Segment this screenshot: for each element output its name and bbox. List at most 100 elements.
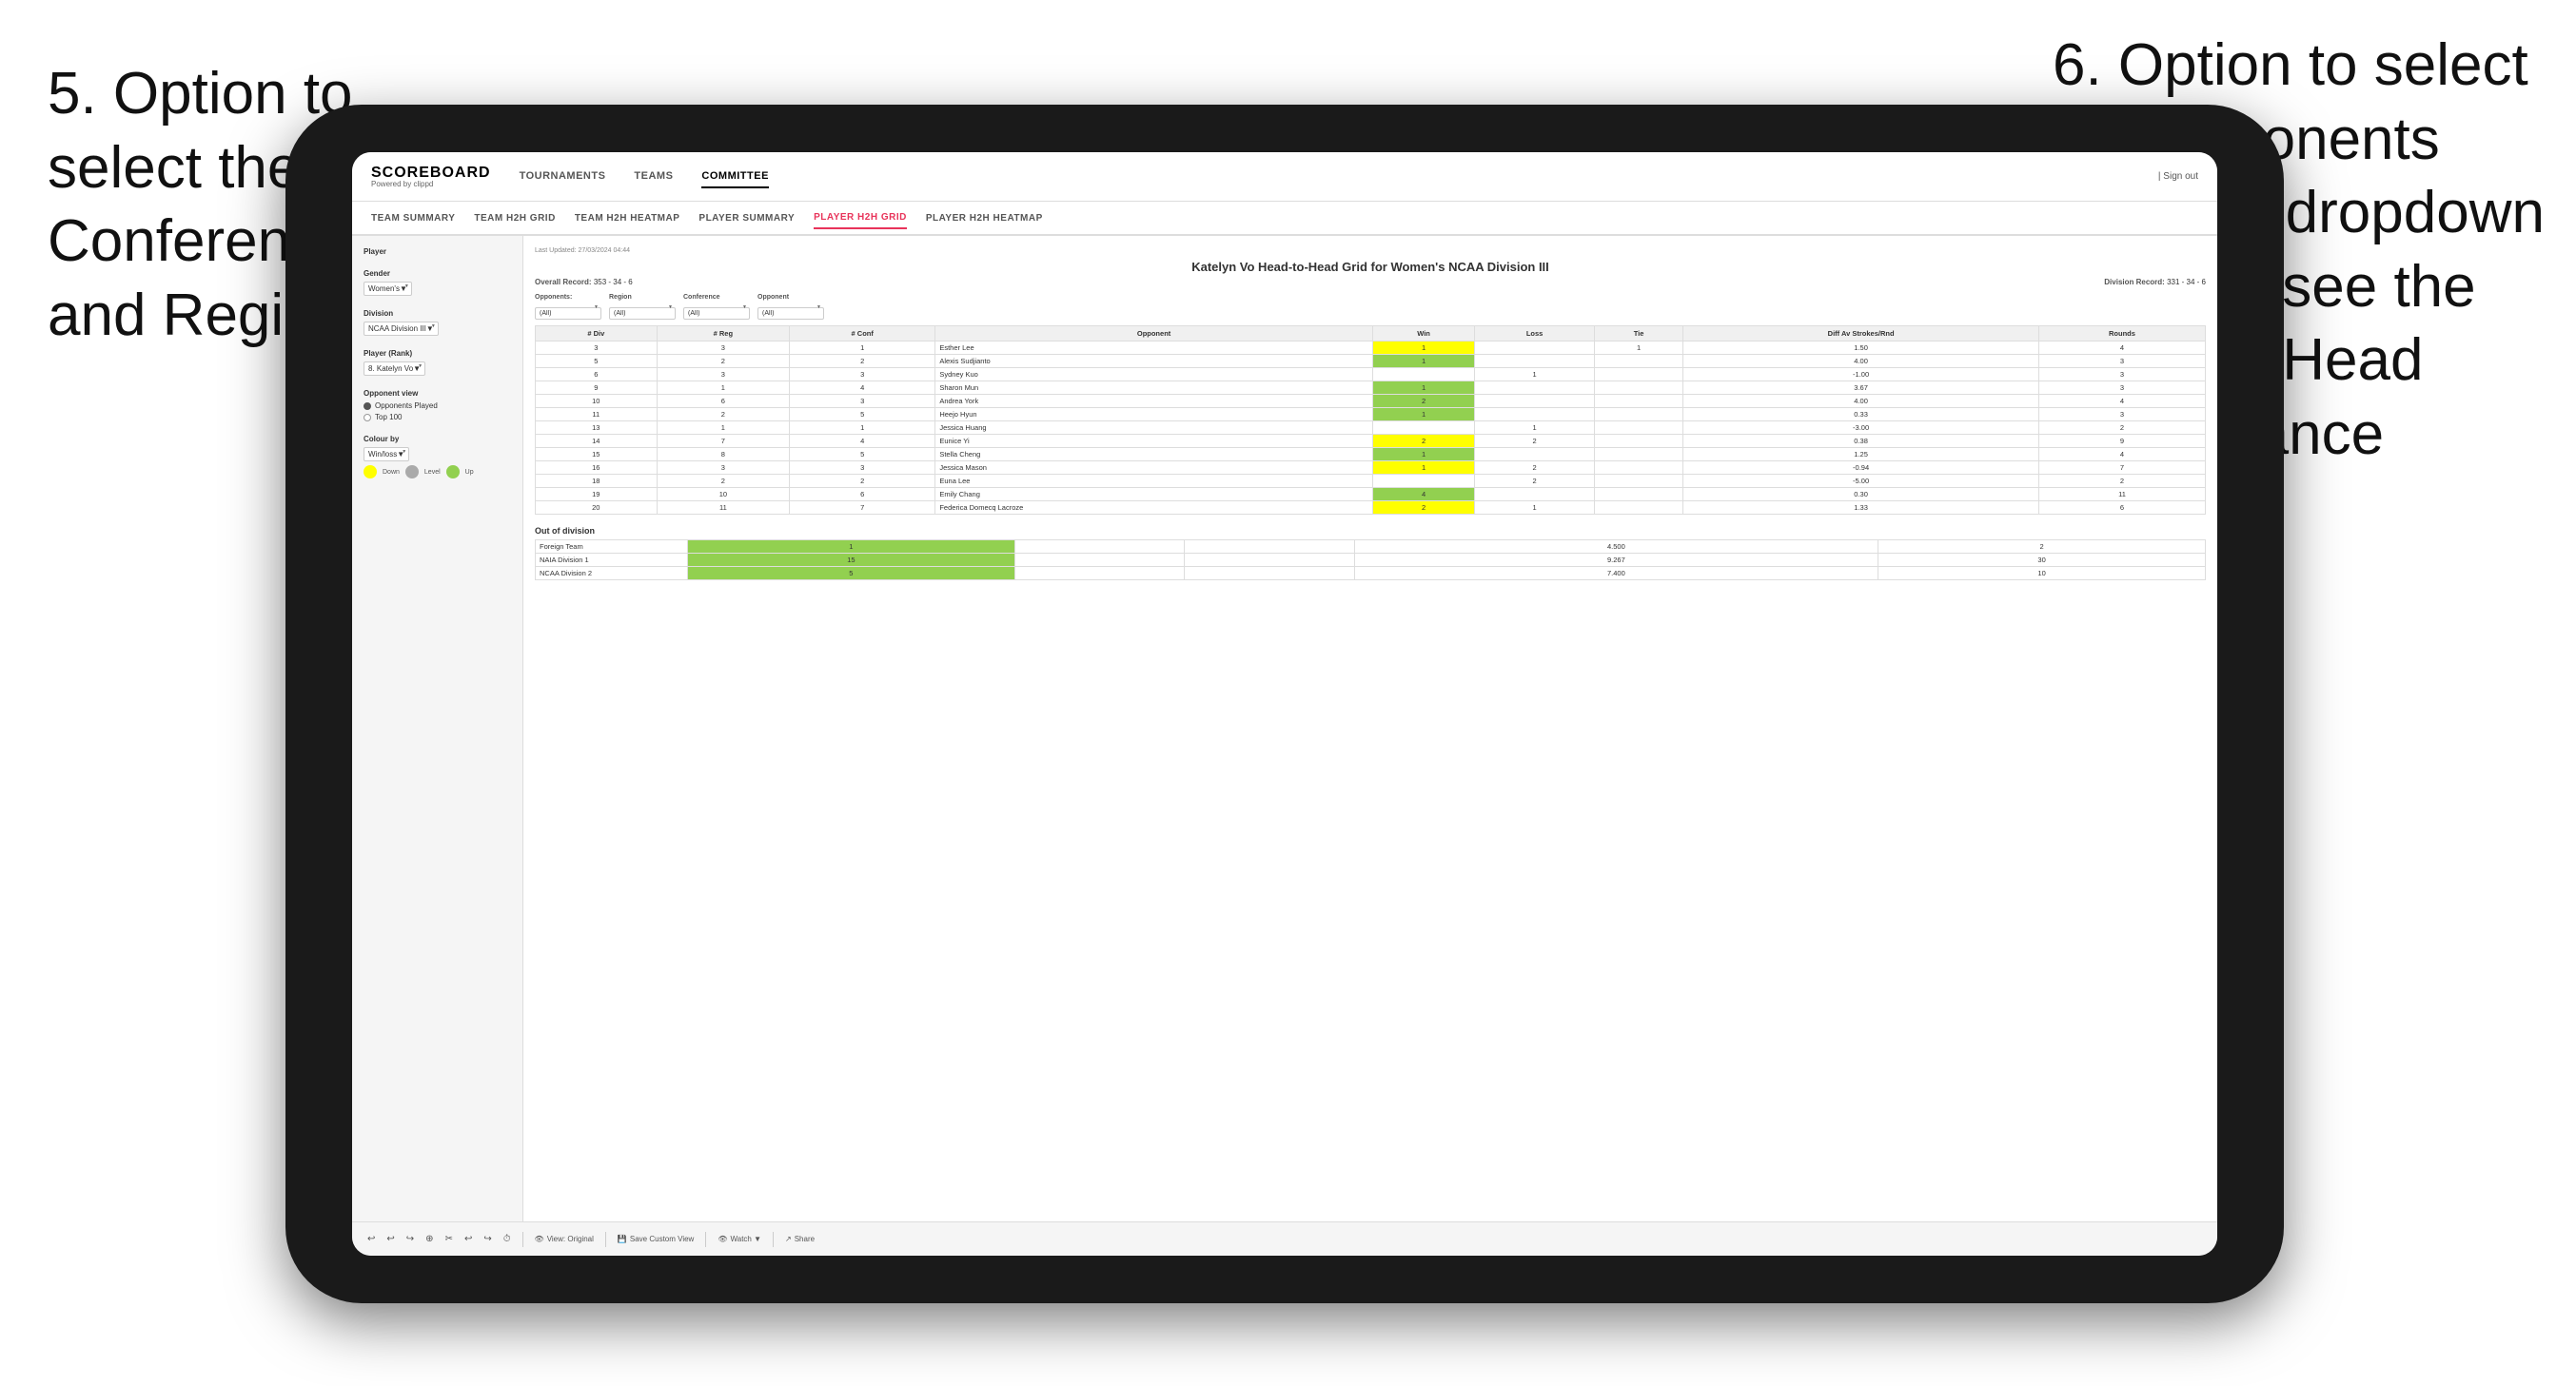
tab-team-h2h-grid[interactable]: TEAM H2H GRID	[474, 208, 555, 228]
sidebar-player-rank-select-wrapper[interactable]: 8. Katelyn Vo ▼	[364, 361, 425, 376]
cell-win	[1372, 421, 1474, 435]
cell-conf: 5	[790, 408, 935, 421]
cell-opponent: Emily Chang	[935, 488, 1372, 501]
toolbar-undo3[interactable]: ↩	[464, 1234, 472, 1244]
tab-team-h2h-heatmap[interactable]: TEAM H2H HEATMAP	[575, 208, 680, 228]
cell-win: 2	[1372, 501, 1474, 515]
cell-diff: 0.33	[1683, 408, 2039, 421]
toolbar-save-custom[interactable]: 💾 Save Custom View	[618, 1235, 694, 1243]
sidebar-colour-select-wrapper[interactable]: Win/loss ▼	[364, 447, 409, 461]
cell-opponent: Alexis Sudjianto	[935, 355, 1372, 368]
th-loss: Loss	[1475, 326, 1595, 342]
sidebar-colour-by-label: Colour by	[364, 435, 511, 443]
sign-out-button[interactable]: | Sign out	[2158, 171, 2198, 182]
toolbar-divider-1	[522, 1232, 523, 1247]
table-row: 18 2 2 Euna Lee 2 -5.00 2	[536, 475, 2206, 488]
nav-committee[interactable]: COMMITTEE	[701, 166, 769, 188]
filter-region-select-wrapper[interactable]: (All)	[609, 303, 676, 320]
sidebar-gender-value[interactable]: Women's ▼	[364, 282, 412, 296]
cell-div: 5	[536, 355, 658, 368]
tab-player-summary[interactable]: PLAYER SUMMARY	[698, 208, 795, 228]
table-row: 6 3 3 Sydney Kuo 1 -1.00 3	[536, 368, 2206, 381]
top-navigation: SCOREBOARD Powered by clippd TOURNAMENTS…	[352, 152, 2217, 202]
cell-conf: 5	[790, 448, 935, 461]
cell-win: 1	[1372, 448, 1474, 461]
toolbar-view-original[interactable]: 👁 View: Original	[535, 1235, 594, 1243]
filter-conference-group: Conference (All)	[683, 294, 750, 320]
cell-rounds: 3	[2038, 368, 2205, 381]
filter-opponents-select-wrapper[interactable]: (All)	[535, 303, 601, 320]
toolbar-undo[interactable]: ↩	[367, 1234, 375, 1244]
ood-cell-opponent: Foreign Team	[536, 540, 688, 554]
colour-dot-up	[446, 465, 460, 478]
tab-player-h2h-heatmap[interactable]: PLAYER H2H HEATMAP	[926, 208, 1043, 228]
sidebar-division-value[interactable]: NCAA Division III ▼	[364, 322, 439, 336]
sidebar-colour-value[interactable]: Win/loss ▼	[364, 447, 409, 461]
ood-cell-diff: 7.400	[1354, 567, 1878, 580]
table-row: 20 11 7 Federica Domecq Lacroze 2 1 1.33…	[536, 501, 2206, 515]
cell-loss	[1475, 408, 1595, 421]
cell-loss: 2	[1475, 435, 1595, 448]
filter-conference-select[interactable]: (All)	[683, 307, 750, 320]
cell-tie	[1594, 381, 1682, 395]
out-of-division-label: Out of division	[535, 526, 2206, 536]
cell-reg: 6	[657, 395, 789, 408]
toolbar-timer[interactable]: ⏱	[503, 1234, 511, 1244]
tab-player-h2h-grid[interactable]: PLAYER H2H GRID	[814, 207, 907, 229]
cell-reg: 3	[657, 342, 789, 355]
sidebar-player-rank-value[interactable]: 8. Katelyn Vo ▼	[364, 361, 425, 376]
colour-indicators: Down Level Up	[364, 465, 511, 478]
table-row: 19 10 6 Emily Chang 4 0.30 11	[536, 488, 2206, 501]
cell-win: 1	[1372, 461, 1474, 475]
cell-diff: -3.00	[1683, 421, 2039, 435]
cell-win: 1	[1372, 408, 1474, 421]
tab-team-summary[interactable]: TEAM SUMMARY	[371, 208, 455, 228]
filter-region-select[interactable]: (All)	[609, 307, 676, 320]
toolbar-share[interactable]: ↗ Share	[785, 1235, 815, 1243]
th-diff: Diff Av Strokes/Rnd	[1683, 326, 2039, 342]
table-row: 3 3 1 Esther Lee 1 1 1.50 4	[536, 342, 2206, 355]
cell-reg: 2	[657, 475, 789, 488]
cell-loss: 1	[1475, 368, 1595, 381]
nav-teams[interactable]: TEAMS	[634, 166, 673, 188]
toolbar-redo[interactable]: ↪	[406, 1234, 414, 1244]
cell-loss: 2	[1475, 461, 1595, 475]
table-row: 9 1 4 Sharon Mun 1 3.67 3	[536, 381, 2206, 395]
sidebar-player-rank-section: Player (Rank) 8. Katelyn Vo ▼	[364, 349, 511, 376]
cell-tie	[1594, 461, 1682, 475]
cell-conf: 7	[790, 501, 935, 515]
h2h-table: # Div # Reg # Conf Opponent Win Loss Tie…	[535, 325, 2206, 515]
ood-cell-diff: 9.267	[1354, 554, 1878, 567]
sidebar-division-select-wrapper[interactable]: NCAA Division III ▼	[364, 322, 439, 336]
cell-div: 3	[536, 342, 658, 355]
toolbar-copy[interactable]: ⊕	[425, 1234, 433, 1244]
filter-opponent-select[interactable]: (All)	[757, 307, 824, 320]
records-row: Overall Record: 353 - 34 - 6 Division Re…	[535, 278, 2206, 286]
filter-conference-select-wrapper[interactable]: (All)	[683, 303, 750, 320]
cell-div: 13	[536, 421, 658, 435]
cell-conf: 2	[790, 475, 935, 488]
sidebar-gender-section: Gender Women's ▼	[364, 269, 511, 296]
toolbar-redo2[interactable]: ↪	[483, 1234, 491, 1244]
cell-reg: 11	[657, 501, 789, 515]
sidebar-player-label: Player	[364, 247, 511, 256]
cell-conf: 4	[790, 435, 935, 448]
cell-conf: 4	[790, 381, 935, 395]
toolbar-undo2[interactable]: ↩	[386, 1234, 394, 1244]
cell-conf: 6	[790, 488, 935, 501]
toolbar-cut[interactable]: ✂	[445, 1234, 453, 1244]
nav-tournaments[interactable]: TOURNAMENTS	[520, 166, 606, 188]
cell-loss	[1475, 488, 1595, 501]
filter-opponent-select-wrapper[interactable]: (All)	[757, 303, 824, 320]
cell-opponent: Esther Lee	[935, 342, 1372, 355]
cell-reg: 3	[657, 368, 789, 381]
toolbar-watch[interactable]: 👁 Watch ▼	[718, 1235, 761, 1243]
sidebar-gender-select-wrapper[interactable]: Women's ▼	[364, 282, 412, 296]
radio-opponents-played[interactable]: Opponents Played	[364, 401, 511, 410]
radio-top100[interactable]: Top 100	[364, 413, 511, 421]
filter-opponents-select[interactable]: (All)	[535, 307, 601, 320]
colour-label-down: Down	[383, 469, 400, 476]
cell-reg: 1	[657, 421, 789, 435]
ood-cell-tie	[1185, 567, 1354, 580]
ood-cell-win: 1	[688, 540, 1015, 554]
